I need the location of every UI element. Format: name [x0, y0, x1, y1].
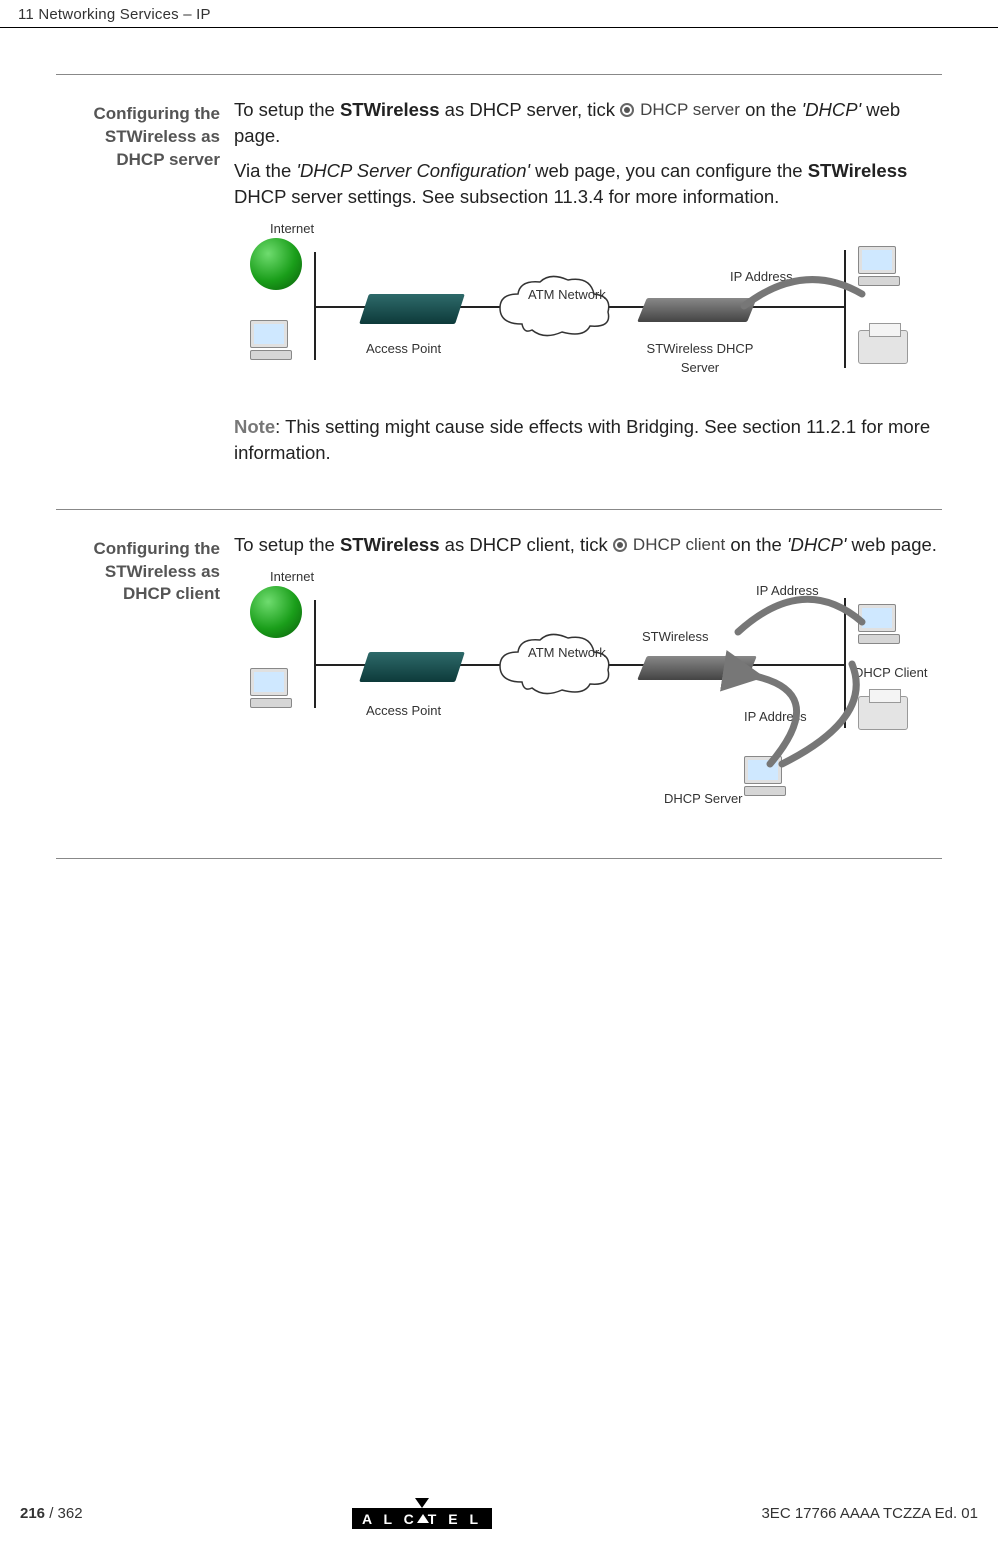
server-para1: To setup the STWireless as DHCP server, …	[234, 97, 942, 150]
text: : This setting might cause side effects …	[234, 416, 930, 463]
text-bold: STWireless	[340, 99, 440, 120]
text: as DHCP server, tick	[440, 99, 621, 120]
text-italic: 'DHCP'	[802, 99, 861, 120]
doc-reference: 3EC 17766 AAAA TCZZA Ed. 01	[761, 1505, 978, 1522]
divider	[56, 858, 942, 859]
section-dhcp-client: Configuring the STWireless as DHCP clien…	[56, 532, 942, 832]
curve-line	[744, 278, 874, 345]
pc-icon	[250, 320, 298, 362]
label-atm: ATM Network	[528, 646, 606, 660]
label-internet: Internet	[270, 220, 314, 238]
label-atm: ATM Network	[528, 288, 606, 302]
pc-icon	[250, 668, 298, 710]
text: as DHCP client, tick	[440, 534, 613, 555]
body-server: To setup the STWireless as DHCP server, …	[234, 97, 942, 475]
text-bold: STWireless	[808, 160, 908, 181]
radio-label: DHCP server	[640, 98, 740, 122]
page-footer: 216 / 362 A L C T E L 3EC 17766 AAAA TCZ…	[0, 1498, 998, 1529]
globe-icon	[250, 238, 302, 290]
text: To setup the	[234, 99, 340, 120]
brand-text: A L C T E L	[352, 1508, 492, 1529]
brand-logo: A L C T E L	[352, 1498, 492, 1529]
section-dhcp-server: Configuring the STWireless as DHCP serve…	[56, 97, 942, 475]
curve-line	[734, 592, 874, 669]
stwireless-icon	[637, 298, 757, 322]
body-client: To setup the STWireless as DHCP client, …	[234, 532, 942, 832]
server-para2: Via the 'DHCP Server Configuration' web …	[234, 158, 942, 211]
access-point-icon	[359, 294, 465, 324]
radio-icon	[613, 538, 627, 552]
divider	[56, 509, 942, 510]
radio-icon	[620, 103, 634, 117]
diagram-dhcp-client: Internet Access Point ATM Network STWire…	[234, 568, 942, 828]
client-para1: To setup the STWireless as DHCP client, …	[234, 532, 942, 558]
text: on the	[730, 534, 787, 555]
text-italic: 'DHCP Server Configuration'	[296, 160, 530, 181]
divider	[56, 74, 942, 75]
radio-dhcp-server[interactable]: DHCP server	[620, 98, 740, 122]
text: web page, you can configure the	[530, 160, 808, 181]
page-total: 362	[58, 1505, 83, 1522]
curve-line	[704, 668, 884, 795]
cloud-icon	[494, 274, 614, 342]
text-bold: STWireless	[340, 534, 440, 555]
triangle-up-icon	[417, 1514, 429, 1523]
label-access-point: Access Point	[366, 340, 441, 358]
page-header: 11 Networking Services – IP	[0, 0, 998, 28]
cloud-icon	[494, 632, 614, 700]
text: ATM Network	[528, 646, 606, 660]
text: web page.	[846, 534, 937, 555]
globe-icon	[250, 586, 302, 638]
radio-dhcp-client[interactable]: DHCP client	[613, 533, 725, 557]
text: ATM Network	[528, 288, 606, 302]
side-heading-server: Configuring the STWireless as DHCP serve…	[56, 97, 234, 475]
side-heading-client: Configuring the STWireless as DHCP clien…	[56, 532, 234, 832]
access-point-icon	[359, 652, 465, 682]
text: DHCP server settings. See subsection 11.…	[234, 186, 779, 207]
label-stwireless: STWireless	[642, 628, 708, 646]
label-internet: Internet	[270, 568, 314, 586]
triangle-down-icon	[415, 1498, 429, 1508]
text: on the	[745, 99, 802, 120]
radio-label: DHCP client	[633, 533, 725, 557]
text-italic: 'DHCP'	[787, 534, 846, 555]
label-access-point: Access Point	[366, 702, 441, 720]
label-stwireless: STWireless DHCP Server	[630, 340, 770, 377]
line	[314, 600, 316, 708]
page-number: 216 / 362	[20, 1505, 83, 1522]
chapter-title: 11 Networking Services – IP	[18, 6, 211, 23]
content-area: Configuring the STWireless as DHCP serve…	[0, 28, 998, 859]
text: To setup the	[234, 534, 340, 555]
page-current: 216	[20, 1505, 45, 1522]
server-note: Note: This setting might cause side effe…	[234, 414, 942, 467]
note-label: Note	[234, 416, 275, 437]
diagram-dhcp-server: Internet Access Point ATM Network STWire…	[234, 220, 942, 410]
text: Via the	[234, 160, 296, 181]
